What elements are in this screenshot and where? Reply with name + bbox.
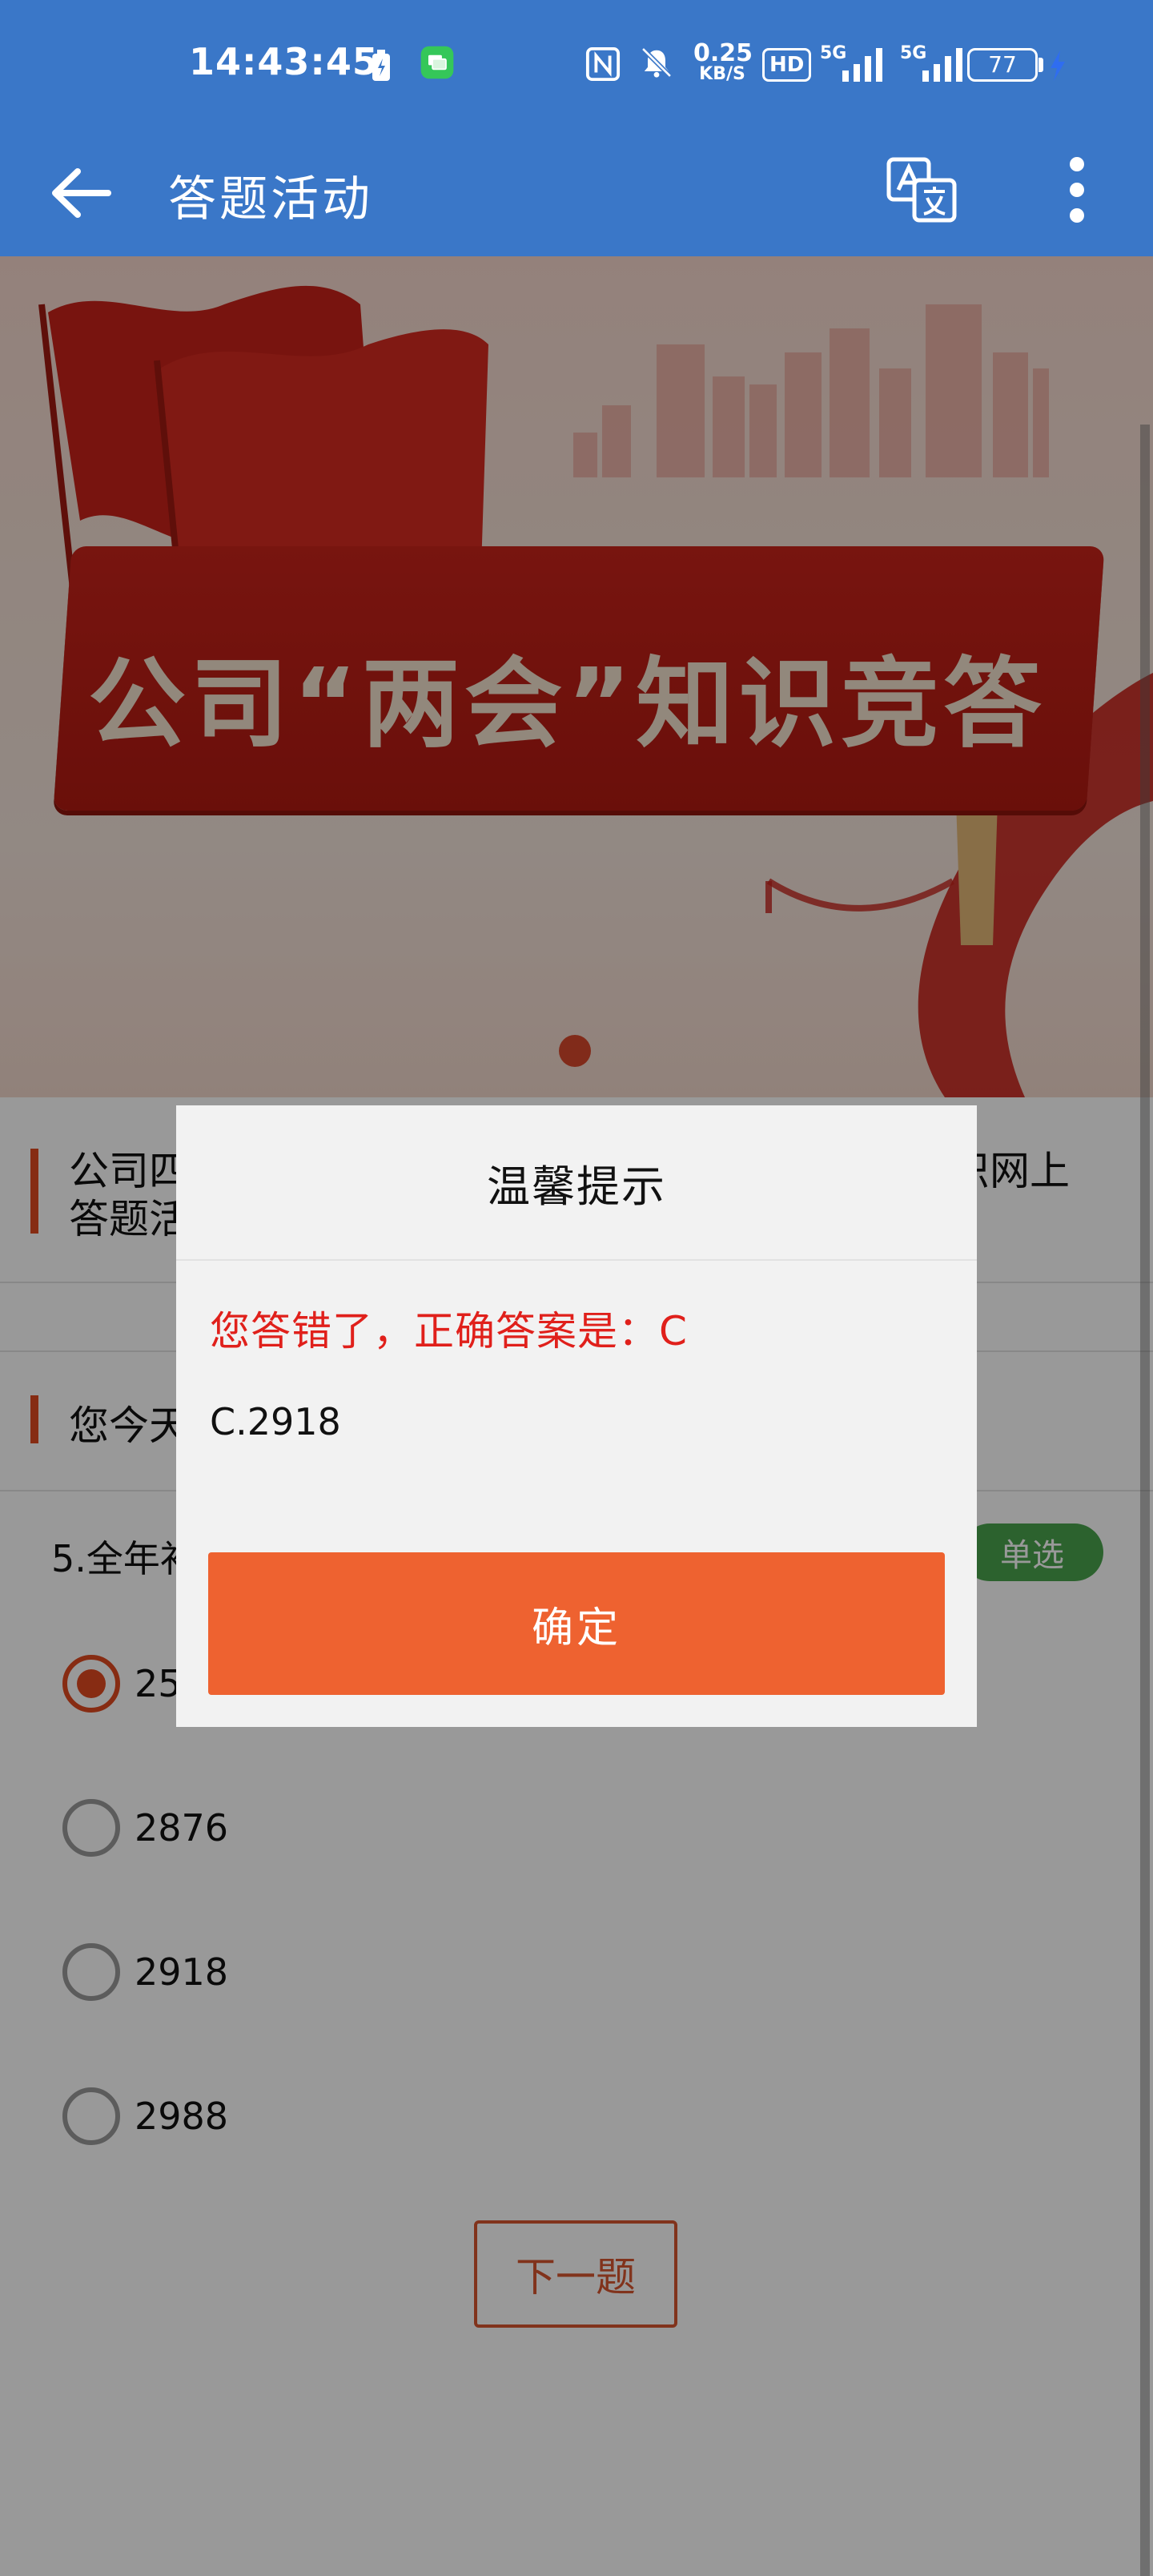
battery-cap	[1039, 58, 1043, 72]
hd-label: HD	[769, 53, 805, 77]
nfc-icon	[585, 46, 621, 82]
network-speed-value: 0.25	[693, 39, 753, 67]
signal-bars-icon	[922, 48, 962, 82]
back-arrow-icon	[52, 168, 111, 218]
battery-icon: 77	[967, 48, 1038, 82]
charging-icon	[1051, 50, 1065, 81]
dialog-title: 温馨提示	[176, 1105, 977, 1261]
signal-icon: 5G	[820, 43, 887, 85]
correct-answer-text: C.2918	[210, 1400, 341, 1443]
translate-icon	[886, 157, 957, 223]
status-time: 14:43:45	[189, 40, 379, 83]
confirm-button[interactable]: 确定	[208, 1552, 945, 1695]
signal-bars-icon	[842, 48, 882, 82]
network-speed-unit: KB/S	[699, 64, 745, 84]
wrong-answer-message: 您答错了，正确答案是：C	[210, 1308, 688, 1354]
scrollbar[interactable]	[1140, 425, 1150, 2576]
status-bar: 14:43:45 0.25 KB/S HD 5G 5G 77	[0, 0, 1153, 128]
battery-level: 77	[988, 51, 1017, 78]
signal-icon: 5G	[900, 43, 967, 85]
app-bar: 答题活动	[0, 128, 1153, 256]
more-menu-button[interactable]	[1033, 146, 1121, 234]
translate-button[interactable]	[878, 146, 966, 234]
battery-saver-icon	[372, 50, 390, 81]
back-button[interactable]	[37, 149, 125, 237]
alert-dialog: 温馨提示 您答错了，正确答案是：C C.2918 确定	[176, 1105, 977, 1727]
mute-icon	[641, 46, 673, 78]
more-vertical-icon	[1070, 157, 1084, 223]
message-app-icon	[420, 46, 454, 79]
network-speed: 0.25 KB/S	[693, 39, 753, 84]
page-title: 答题活动	[168, 171, 373, 227]
hd-icon: HD	[762, 48, 812, 82]
